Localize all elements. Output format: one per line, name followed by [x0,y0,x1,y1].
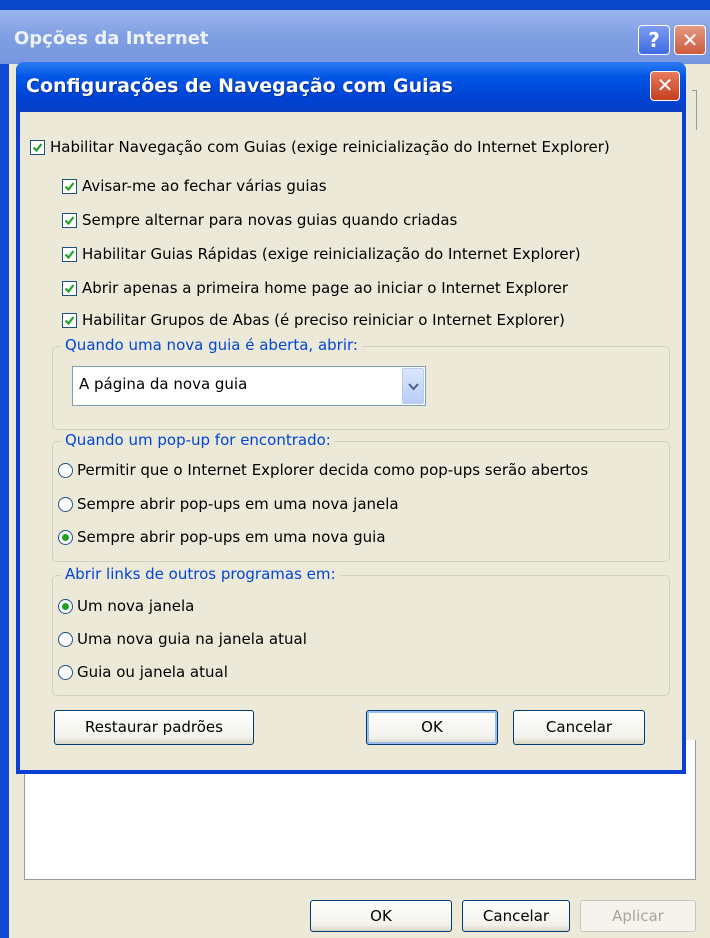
parent-tab-edge [696,90,697,130]
parent-window-titlebar[interactable]: Opções da Internet ? ✕ [0,10,710,64]
help-button[interactable]: ? [638,25,670,55]
tab-option-label: Sempre alternar para novas guias quando … [82,211,458,229]
checkbox-icon[interactable] [62,212,77,228]
chevron-down-icon[interactable] [402,368,424,404]
warn-close-tabs-checkbox[interactable]: Avisar-me ao fechar várias guias [62,174,327,198]
parent-cancel-button[interactable]: Cancelar [462,900,570,932]
enable-tabs-checkbox[interactable]: Habilitar Navegação com Guias (exige rei… [30,135,610,159]
popup-option-label: Permitir que o Internet Explorer decida … [77,461,589,479]
checkbox-icon[interactable] [62,178,77,194]
dialog-titlebar[interactable]: Configurações de Navegação com Guias ✕ [16,62,686,112]
new-tab-page-select[interactable]: A página da nova guia [72,366,426,406]
popup-new-tab-radio[interactable]: Sempre abrir pop-ups em uma nova guia [58,525,386,549]
popup-group: Quando um pop-up for encontrado: Permiti… [52,431,670,562]
new-tab-page-value: A página da nova guia [79,375,248,393]
parent-close-button[interactable]: ✕ [674,25,706,55]
parent-tab-edge-top [692,90,696,91]
parent-window-title: Opções da Internet [14,28,209,49]
radio-icon[interactable] [58,529,73,545]
popup-let-ie-decide-radio[interactable]: Permitir que o Internet Explorer decida … [58,458,588,482]
links-new-tab-radio[interactable]: Uma nova guia na janela atual [58,627,307,651]
popup-new-window-radio[interactable]: Sempre abrir pop-ups em uma nova janela [58,492,399,516]
radio-selected-dot [62,533,69,541]
links-group-legend: Abrir links de outros programas em: [61,565,340,583]
popup-option-label: Sempre abrir pop-ups em uma nova janela [77,495,399,513]
dialog-cancel-button[interactable]: Cancelar [513,710,645,745]
switch-new-tabs-checkbox[interactable]: Sempre alternar para novas guias quando … [62,208,457,232]
radio-icon[interactable] [58,598,73,614]
enable-tabs-label: Habilitar Navegação com Guias (exige rei… [50,138,610,156]
parent-apply-button[interactable]: Aplicar [580,900,696,932]
popup-option-label: Sempre abrir pop-ups em uma nova guia [77,528,386,546]
radio-icon[interactable] [58,631,73,647]
tabbed-browsing-settings-dialog: Configurações de Navegação com Guias ✕ H… [16,62,686,774]
radio-icon[interactable] [58,496,73,512]
radio-icon[interactable] [58,664,73,680]
tab-groups-checkbox[interactable]: Habilitar Grupos de Abas (é preciso rein… [62,308,565,332]
links-current-tab-radio[interactable]: Guia ou janela atual [58,660,228,684]
checkbox-icon[interactable] [62,280,77,296]
dialog-ok-button[interactable]: OK [366,710,498,745]
radio-selected-dot [62,602,69,610]
links-option-label: Um nova janela [77,597,195,615]
dialog-close-button[interactable]: ✕ [650,71,680,101]
popup-group-legend: Quando um pop-up for encontrado: [61,431,335,449]
links-option-label: Guia ou janela atual [77,663,228,681]
parent-ok-button[interactable]: OK [310,900,452,932]
tab-option-label: Abrir apenas a primeira home page ao ini… [82,279,568,297]
new-tab-group: Quando uma nova guia é aberta, abrir: A … [52,336,670,430]
new-tab-group-legend: Quando uma nova guia é aberta, abrir: [61,336,362,354]
checkbox-icon[interactable] [62,312,77,328]
parent-window-top-border [0,0,710,10]
tab-option-label: Habilitar Guias Rápidas (exige reinicial… [82,245,581,263]
quick-tabs-checkbox[interactable]: Habilitar Guias Rápidas (exige reinicial… [62,242,581,266]
links-group: Abrir links de outros programas em: Um n… [52,565,670,696]
tab-option-label: Habilitar Grupos de Abas (é preciso rein… [82,311,565,329]
first-home-page-checkbox[interactable]: Abrir apenas a primeira home page ao ini… [62,276,568,300]
dialog-title: Configurações de Navegação com Guias [26,75,453,97]
restore-defaults-button[interactable]: Restaurar padrões [54,710,254,745]
links-new-window-radio[interactable]: Um nova janela [58,594,194,618]
checkbox-icon[interactable] [30,139,45,155]
checkbox-icon[interactable] [62,246,77,262]
tab-option-label: Avisar-me ao fechar várias guias [82,177,327,195]
radio-icon[interactable] [58,462,73,478]
dialog-body: Habilitar Navegação com Guias (exige rei… [20,112,682,770]
links-option-label: Uma nova guia na janela atual [77,630,307,648]
parent-window-left-border [0,64,9,938]
